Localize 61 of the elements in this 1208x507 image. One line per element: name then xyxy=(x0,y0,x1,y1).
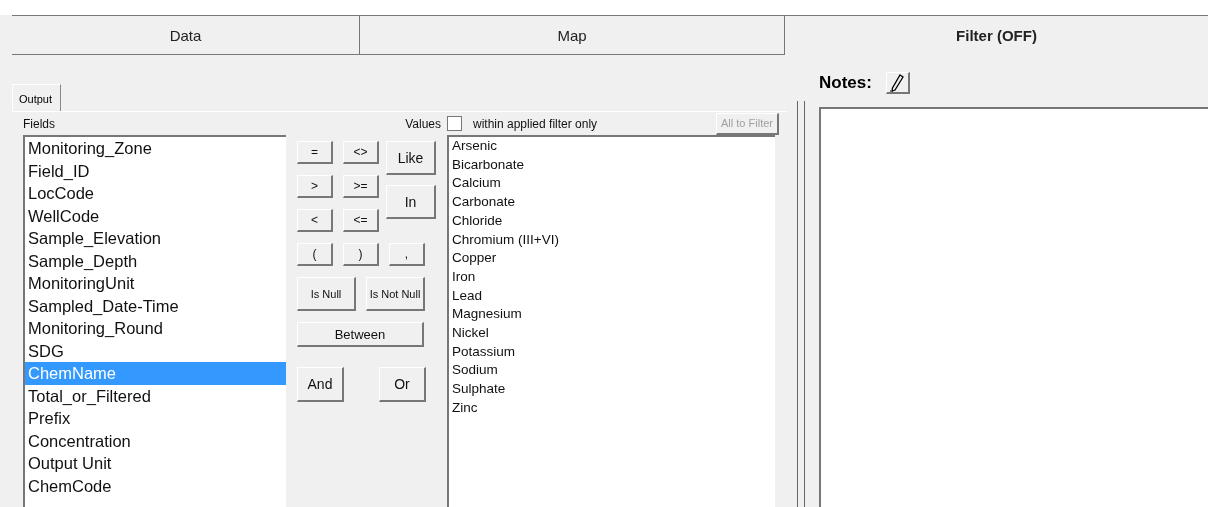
operator-button[interactable]: , xyxy=(389,243,425,266)
list-item[interactable]: Iron xyxy=(449,267,775,287)
list-item[interactable]: Zinc xyxy=(449,398,775,418)
list-item[interactable]: ChemCode xyxy=(25,474,286,497)
operator-button[interactable]: <> xyxy=(343,141,379,164)
list-item[interactable]: Potassium xyxy=(449,342,775,362)
list-item[interactable]: Calcium xyxy=(449,174,775,194)
operator-button[interactable]: Is Not Null xyxy=(366,277,425,311)
values-label: Values xyxy=(405,116,442,131)
list-item[interactable]: SDG xyxy=(25,339,286,362)
notes-field[interactable] xyxy=(819,107,1208,507)
operator-button[interactable]: Is Null xyxy=(297,277,356,311)
list-item[interactable]: Sulphate xyxy=(449,380,775,399)
list-item[interactable]: Lead xyxy=(449,286,775,306)
list-item[interactable]: Sampled_Date-Time xyxy=(25,294,286,317)
operator-button[interactable]: > xyxy=(297,175,333,198)
operator-button[interactable]: Or xyxy=(379,367,426,402)
list-item[interactable]: Carbonate xyxy=(449,193,775,212)
values-list[interactable]: Arsenic Bicarbonate Calcium Carbonate Chloride Chromium (III+VI) Copper Iron Lead Magnesium Nickel Potassium Sodium Sulphate Zinc xyxy=(447,135,775,507)
list-item[interactable]: Monitoring_Round xyxy=(25,317,286,340)
list-item[interactable]: Prefix xyxy=(25,407,286,430)
list-item[interactable]: Chloride xyxy=(449,211,775,231)
list-item[interactable]: Bicarbonate xyxy=(449,155,775,175)
operator-button[interactable]: Like xyxy=(386,141,436,175)
checkbox-label: within applied filter only xyxy=(473,116,598,131)
edit-button[interactable] xyxy=(885,72,910,94)
tab[interactable]: Filter (OFF) xyxy=(785,16,1208,55)
list-item[interactable]: Nickel xyxy=(449,324,775,343)
operator-button[interactable]: In xyxy=(386,185,436,219)
fields-label: Fields xyxy=(23,116,56,131)
tab[interactable]: Output xyxy=(12,84,62,111)
splitter[interactable] xyxy=(797,101,805,507)
list-item[interactable]: Monitoring_Zone xyxy=(25,137,286,160)
list-item[interactable]: Concentration xyxy=(25,429,286,452)
pencil-icon xyxy=(889,73,906,92)
fields-list[interactable]: Monitoring_Zone Field_ID LocCode WellCode Sample_Elevation Sample_Depth MonitoringUnit Sampled_Date-Time Monitoring_Round SDG ChemName Total_or_Filtered Prefix Concentration Output Unit ChemCode xyxy=(23,135,286,507)
list-item[interactable]: Sodium xyxy=(449,361,775,381)
list-item[interactable]: LocCode xyxy=(25,182,286,205)
list-item[interactable]: Field_ID xyxy=(25,159,286,182)
list-item[interactable]: Sample_Depth xyxy=(25,249,286,272)
list-item[interactable]: WellCode xyxy=(25,204,286,227)
checkbox[interactable] xyxy=(447,116,462,131)
list-item[interactable]: Sample_Elevation xyxy=(25,227,286,250)
operator-button[interactable]: And xyxy=(297,367,344,402)
list-item[interactable]: Arsenic xyxy=(449,137,775,156)
operator-button[interactable]: <= xyxy=(343,209,379,232)
tab[interactable]: Data xyxy=(12,16,360,55)
list-item[interactable]: Total_or_Filtered xyxy=(25,384,286,407)
list-item[interactable]: Output Unit xyxy=(25,452,286,475)
list-item[interactable]: Copper xyxy=(449,249,775,268)
notes-label: Notes: xyxy=(819,73,872,93)
list-item[interactable]: MonitoringUnit xyxy=(25,272,286,295)
list-item[interactable]: Magnesium xyxy=(449,305,775,325)
operator-button[interactable]: < xyxy=(297,209,333,232)
operator-button[interactable]: >= xyxy=(343,175,379,198)
operator-button[interactable]: ( xyxy=(297,243,333,266)
operator-button[interactable]: Between xyxy=(297,322,424,347)
operator-button[interactable]: = xyxy=(297,141,333,164)
list-item[interactable]: Chromium (III+VI) xyxy=(449,230,775,250)
operator-button[interactable]: ) xyxy=(343,243,379,266)
tab[interactable]: Map xyxy=(360,16,785,55)
